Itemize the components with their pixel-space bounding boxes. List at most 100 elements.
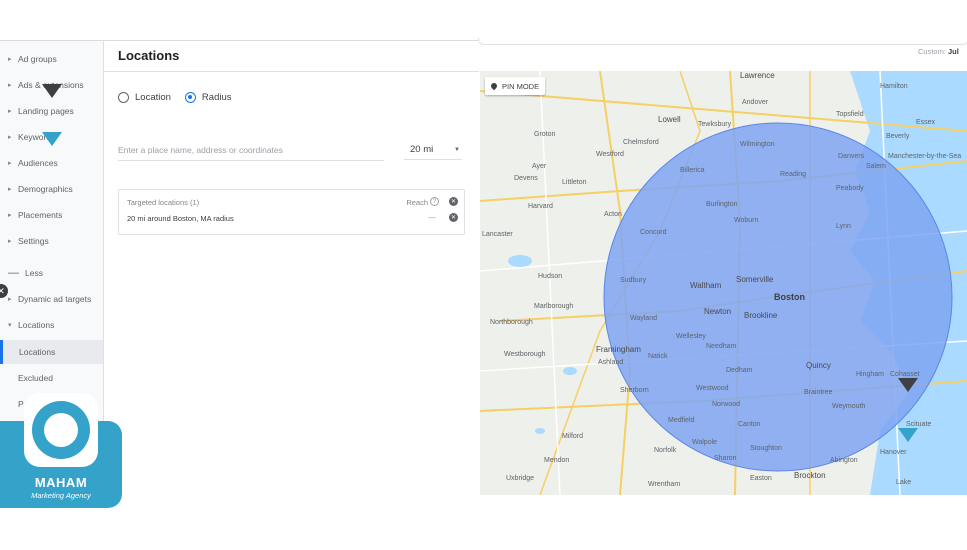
pin-icon bbox=[489, 81, 499, 91]
reach-label: Reach bbox=[406, 198, 428, 207]
header-search-edge bbox=[478, 38, 967, 45]
map-label-lynn: Lynn bbox=[836, 223, 851, 230]
collapse-icon: — bbox=[8, 267, 19, 279]
pin-mode-button[interactable]: PIN MODE bbox=[485, 77, 546, 95]
date-range-picker[interactable]: Custom: Jul bbox=[918, 47, 959, 56]
map-label-brockton: Brockton bbox=[794, 471, 826, 480]
nav-label: Less bbox=[25, 268, 43, 278]
chevron-right-icon: ▸ bbox=[8, 56, 12, 63]
map-label-manchester: Manchester-by-the-Sea bbox=[888, 153, 962, 160]
map-label-weymouth: Weymouth bbox=[832, 403, 866, 410]
radio-location[interactable] bbox=[118, 92, 129, 103]
radius-distance-select[interactable]: 20 mi ▼ bbox=[404, 140, 462, 160]
triangle-marker-icon bbox=[42, 84, 62, 98]
map-view[interactable]: PIN MODE Boston Lawrence Andover Lowell … bbox=[480, 71, 967, 495]
map-label-natick: Natick bbox=[648, 353, 668, 360]
map-label-braintree: Braintree bbox=[804, 389, 833, 396]
map-label-wrentham: Wrentham bbox=[648, 481, 681, 488]
map-label-milford: Milford bbox=[562, 433, 584, 440]
date-range-value: Jul bbox=[948, 47, 959, 56]
targeted-locations-card: Targeted locations (1) Reach ? ✕ 20 mi a… bbox=[118, 189, 465, 235]
map-label-wilmington: Wilmington bbox=[740, 141, 775, 148]
pin-mode-label: PIN MODE bbox=[502, 81, 540, 91]
map-label-dedham: Dedham bbox=[726, 367, 753, 374]
map-label-lake: Lake bbox=[896, 479, 912, 486]
triangle-marker-icon bbox=[898, 378, 918, 392]
map-label-hamilton: Hamilton bbox=[880, 83, 908, 90]
map-label-waltham: Waltham bbox=[690, 281, 722, 290]
chevron-right-icon: ▸ bbox=[8, 82, 12, 89]
help-icon[interactable]: ? bbox=[430, 197, 439, 206]
map-label-peabody: Peabody bbox=[836, 185, 864, 192]
radio-radius[interactable] bbox=[184, 92, 196, 103]
chevron-right-icon: ▸ bbox=[8, 186, 12, 193]
nav-sub-locations[interactable]: Locations bbox=[0, 340, 103, 364]
map-label-woburn: Woburn bbox=[734, 217, 759, 224]
map-label-somerville: Somerville bbox=[736, 275, 774, 284]
nav-label: Dynamic ad targets bbox=[18, 294, 92, 304]
nav-sub-excluded[interactable]: Excluded bbox=[0, 366, 103, 390]
title-divider bbox=[104, 71, 479, 72]
page-title: Locations bbox=[118, 48, 180, 63]
map-label-topsfield: Topsfield bbox=[836, 111, 864, 118]
nav-audiences[interactable]: ▸ Audiences bbox=[0, 151, 103, 175]
map-label-devens: Devens bbox=[514, 175, 538, 182]
map-label-lowell: Lowell bbox=[658, 115, 681, 124]
nav-less[interactable]: — Less bbox=[0, 261, 103, 285]
brand-logo: MAHAM Marketing Agency bbox=[0, 393, 122, 508]
map-label-hanover: Hanover bbox=[880, 449, 907, 456]
locations-panel: Locations Location Radius 20 mi ▼ Target… bbox=[104, 41, 479, 495]
date-range-label: Custom bbox=[918, 47, 944, 56]
nav-dynamic-ad-targets[interactable]: ▸ Dynamic ad targets bbox=[0, 287, 103, 311]
logo-icon bbox=[24, 393, 98, 467]
nav-label: Locations bbox=[18, 320, 55, 330]
map-label-cohasset: Cohasset bbox=[890, 371, 920, 378]
map-label-westwood: Westwood bbox=[696, 385, 729, 392]
map-label-westborough: Westborough bbox=[504, 351, 546, 358]
remove-location-icon[interactable]: ✕ bbox=[449, 213, 458, 222]
map-label-newton: Newton bbox=[704, 307, 732, 316]
chevron-right-icon: ▸ bbox=[8, 296, 12, 303]
radio-radius-label[interactable]: Radius bbox=[202, 92, 232, 103]
radius-value: 20 mi bbox=[410, 144, 434, 155]
map-label-ashland: Ashland bbox=[598, 359, 624, 366]
map-label-hudson: Hudson bbox=[538, 273, 563, 280]
nav-demographics[interactable]: ▸ Demographics bbox=[0, 177, 103, 201]
map-label-stoughton: Stoughton bbox=[750, 445, 782, 452]
triangle-marker-icon bbox=[42, 132, 62, 146]
nav-landing-pages[interactable]: ▸ Landing pages bbox=[0, 99, 103, 123]
map-label-reading: Reading bbox=[780, 171, 807, 178]
nav-label: Locations bbox=[19, 347, 56, 357]
map-label-essex: Essex bbox=[916, 119, 936, 126]
map-label-lawrence: Lawrence bbox=[740, 71, 775, 80]
map-label-chelmsford: Chelmsford bbox=[623, 139, 659, 146]
nav-settings[interactable]: ▸ Settings bbox=[0, 229, 103, 253]
nav-locations-group[interactable]: ▾ Locations bbox=[0, 313, 103, 337]
map-label-concord: Concord bbox=[640, 229, 667, 236]
map-label-acton: Acton bbox=[604, 211, 622, 218]
nav-label: Landing pages bbox=[18, 106, 74, 116]
targeted-location-row: 20 mi around Boston, MA radius bbox=[127, 214, 234, 223]
map-label-littleton: Littleton bbox=[562, 179, 587, 186]
map-label-andover: Andover bbox=[742, 99, 769, 106]
map-label-easton: Easton bbox=[750, 475, 772, 482]
reach-value: — bbox=[428, 213, 436, 222]
map-label-norwood: Norwood bbox=[712, 401, 741, 408]
map-label-hingham: Hingham bbox=[856, 371, 885, 378]
nav-label: Audiences bbox=[18, 158, 58, 168]
map-label-ayer: Ayer bbox=[532, 163, 547, 170]
nav-label: Ad groups bbox=[18, 54, 57, 64]
location-search-input[interactable] bbox=[118, 140, 384, 161]
remove-all-icon[interactable]: ✕ bbox=[449, 197, 458, 206]
map-label-quincy: Quincy bbox=[806, 361, 831, 370]
nav-placements[interactable]: ▸ Placements bbox=[0, 203, 103, 227]
chevron-right-icon: ▸ bbox=[8, 108, 12, 115]
triangle-marker-icon bbox=[898, 428, 918, 442]
chevron-right-icon: ▸ bbox=[8, 160, 12, 167]
map-label-billerica: Billerica bbox=[680, 167, 705, 174]
map-label-sudbury: Sudbury bbox=[620, 277, 647, 284]
nav-ad-groups[interactable]: ▸ Ad groups bbox=[0, 47, 103, 71]
chevron-right-icon: ▸ bbox=[8, 134, 12, 141]
map-label-salem: Salem bbox=[866, 163, 886, 170]
radio-location-label[interactable]: Location bbox=[135, 92, 171, 103]
